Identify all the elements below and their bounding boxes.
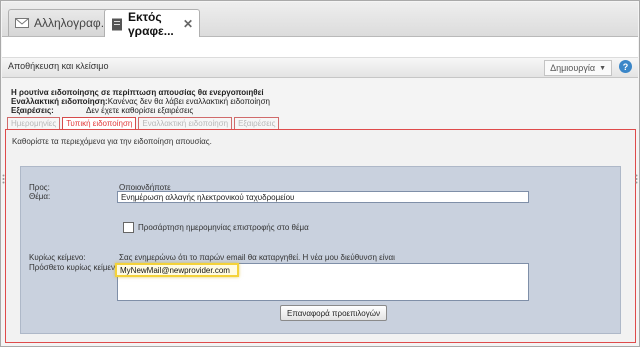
reset-defaults-button[interactable]: Επαναφορά προεπιλογών xyxy=(280,305,387,321)
notification-form: Προς: Οποιονδήποτε Θέμα: Ενημέρωση αλλαγ… xyxy=(20,166,621,334)
subject-label: Θέμα: xyxy=(29,192,51,201)
create-dropdown[interactable]: Δημιουργία ▼ xyxy=(544,60,612,76)
toolbar-spacer xyxy=(2,37,638,58)
save-and-close-button[interactable]: Αποθήκευση και κλείσιμο xyxy=(8,61,108,71)
panel-intro: Καθορίστε τα περιεχόμενα για την ειδοποί… xyxy=(12,137,212,146)
body-label: Κυρίως κείμενο: xyxy=(29,253,86,262)
to-label: Προς: xyxy=(29,183,50,192)
window-frame: Αλληλογραφ... ✕ Εκτός γραφε... ✕ Αποθήκε… xyxy=(0,0,640,347)
tab-mail-label: Αλληλογραφ... xyxy=(34,16,111,30)
append-date-checkbox[interactable] xyxy=(123,222,134,233)
alt-notification-key: Εναλλακτική ειδοποίηση: xyxy=(11,97,108,106)
exceptions-value: Δεν έχετε καθορίσει εξαιρέσεις xyxy=(86,106,194,115)
close-icon[interactable]: ✕ xyxy=(183,17,193,31)
exceptions-key: Εξαιρέσεις: xyxy=(11,106,54,115)
sub-tabs: Ημερομηνίες Τυπική ειδοποίηση Εναλλακτικ… xyxy=(7,117,281,130)
alt-notification-value: Κανένας δεν θα λάβει εναλλακτική ειδοποί… xyxy=(107,97,270,106)
help-icon[interactable]: ? xyxy=(619,60,632,73)
status-summary: Η ρουτίνα ειδοποίησης σε περίπτωση απουσ… xyxy=(11,88,270,115)
new-email-highlight[interactable]: MyNewMail@newprovider.com xyxy=(115,263,239,277)
chevron-down-icon: ▼ xyxy=(599,64,606,72)
document-icon xyxy=(111,18,123,30)
append-date-label: Προσάρτηση ημερομηνίας επιστροφής στο θέ… xyxy=(138,223,309,232)
mail-icon xyxy=(15,17,29,29)
subject-input[interactable]: Ενημέρωση αλλαγής ηλεκτρονικού ταχυδρομε… xyxy=(117,191,529,203)
left-resize-grip[interactable] xyxy=(2,171,5,184)
additional-body-label: Πρόσθετο κυρίως κείμενο: xyxy=(29,263,122,272)
tab-out-of-office-label: Εκτός γραφε... xyxy=(128,9,174,38)
tab-bar: Αλληλογραφ... ✕ Εκτός γραφε... ✕ xyxy=(2,2,638,38)
create-label: Δημιουργία xyxy=(550,63,596,73)
right-resize-grip[interactable] xyxy=(635,171,638,184)
action-toolbar: Αποθήκευση και κλείσιμο Δημιουργία ▼ ? xyxy=(2,58,638,78)
body-value: Σας ενημερώνω ότι το παρών email θα κατα… xyxy=(119,253,395,262)
status-line: Η ρουτίνα ειδοποίησης σε περίπτωση απουσ… xyxy=(11,88,264,97)
tab-out-of-office[interactable]: Εκτός γραφε... ✕ xyxy=(104,9,200,38)
notification-panel: Καθορίστε τα περιεχόμενα για την ειδοποί… xyxy=(5,129,636,343)
